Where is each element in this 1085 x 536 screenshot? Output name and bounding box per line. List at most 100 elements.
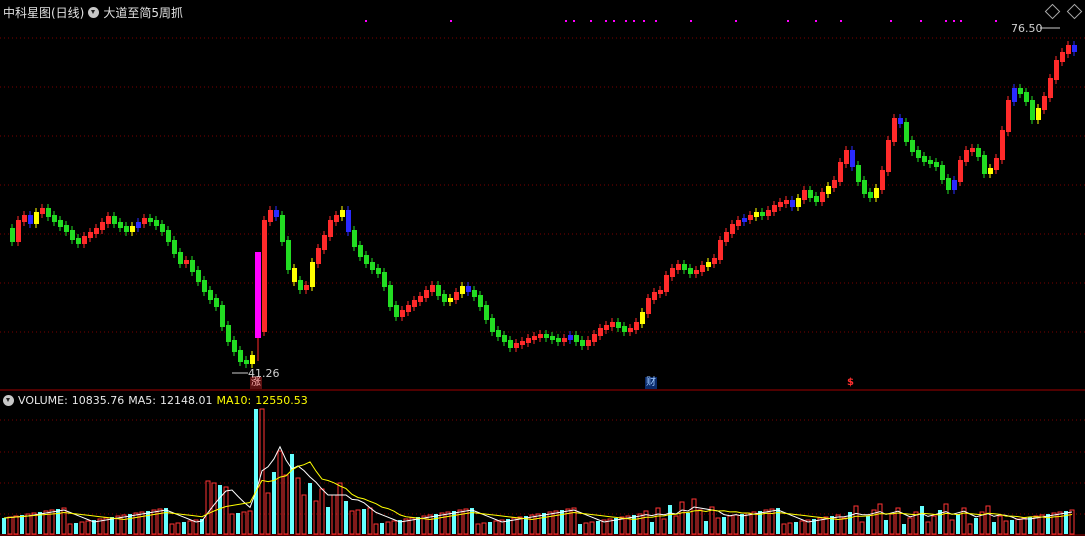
volume-bar <box>175 522 181 535</box>
candle-body <box>418 296 423 302</box>
volume-bar <box>715 517 721 535</box>
candle-body <box>838 162 843 182</box>
volume-bar <box>2 518 6 534</box>
volume-bar <box>488 522 492 534</box>
candle-body <box>892 118 897 142</box>
candle-body <box>1006 100 1011 132</box>
candle-body <box>358 245 363 257</box>
candle-body <box>766 210 771 216</box>
volume-bar <box>769 508 775 535</box>
volume-bar <box>632 515 636 534</box>
volume-bar <box>205 480 211 535</box>
candle-body <box>502 335 507 342</box>
candle-body <box>148 218 153 222</box>
candle-body <box>988 168 993 174</box>
candle-body <box>850 150 855 167</box>
volume-bar <box>74 523 78 534</box>
candle-body <box>388 285 393 307</box>
volume-bar <box>362 509 366 534</box>
candle-body <box>106 216 111 224</box>
financial-report-marker[interactable]: 财 <box>645 377 657 389</box>
volume-bar <box>326 507 330 534</box>
candle-body <box>1012 88 1017 102</box>
candle-body <box>664 275 669 292</box>
volume-bar <box>236 513 240 534</box>
volume-bar <box>751 511 757 535</box>
candle-body <box>520 341 525 345</box>
candle-body <box>166 230 171 242</box>
volume-bar <box>877 503 883 535</box>
chart-header: 中科星图(日线) 大道至简5周抓 <box>3 4 183 20</box>
volume-bar <box>967 523 973 535</box>
volume-bar <box>776 508 780 534</box>
volume-bar <box>542 513 546 534</box>
signal-dot <box>565 20 567 22</box>
candle-body <box>334 215 339 222</box>
volume-bar <box>835 514 841 535</box>
volume-bar <box>344 501 348 534</box>
volume-bar <box>997 515 1003 535</box>
volume-bar <box>589 521 595 535</box>
candle-body <box>898 118 903 124</box>
signal-dot <box>625 20 627 22</box>
candle-body <box>448 298 453 302</box>
candle-body <box>376 268 381 274</box>
candle-body <box>970 148 975 152</box>
candle-body <box>255 252 261 338</box>
candle-body <box>646 298 651 314</box>
limit-up-marker[interactable]: 涨 <box>250 377 262 389</box>
candle-body <box>904 122 909 142</box>
indicator-dropdown-icon[interactable] <box>88 6 100 18</box>
volume-bar <box>463 508 469 535</box>
volume-bar <box>661 518 667 535</box>
signal-dot <box>953 20 955 22</box>
volume-bar <box>313 500 319 535</box>
candle-body <box>58 220 63 227</box>
volume-bar <box>571 507 577 535</box>
volume-bar <box>445 511 451 535</box>
candle-body <box>46 208 51 217</box>
price-volume-chart[interactable] <box>0 0 1085 536</box>
candle-body <box>478 295 483 307</box>
candle-body <box>40 208 45 214</box>
ma5-value: 12148.01 <box>160 393 213 407</box>
candle-body <box>544 334 549 338</box>
volume-bar <box>859 521 865 535</box>
volume-bar <box>745 512 751 535</box>
signal-dot <box>890 20 892 22</box>
candle-body <box>616 322 621 328</box>
volume-header: VOLUME: 10835.76 MA5: 12148.01 MA10: 125… <box>3 393 308 407</box>
volume-bar <box>187 520 193 535</box>
volume-bar <box>650 522 654 534</box>
signal-dot <box>365 20 367 22</box>
signal-dot <box>633 20 635 22</box>
candle-body <box>874 188 879 198</box>
candle-body <box>172 240 177 254</box>
volume-bar <box>583 522 589 535</box>
volume-bar <box>799 520 805 535</box>
candle-body <box>1060 52 1065 62</box>
candle-body <box>730 224 735 234</box>
volume-bar <box>13 515 19 535</box>
candle-body <box>568 335 573 340</box>
candle-body <box>814 196 819 202</box>
candle-body <box>802 190 807 200</box>
volume-bar <box>920 506 924 534</box>
candle-body <box>844 150 849 164</box>
volume-bar <box>1015 518 1021 535</box>
volume-bar <box>139 511 145 535</box>
volume-bar <box>1039 514 1045 535</box>
candle-body <box>724 232 729 242</box>
volume-bar <box>211 482 217 535</box>
candle-body <box>916 150 921 158</box>
volume-bar <box>596 521 600 534</box>
chart-window[interactable]: 中科星图(日线) 大道至简5周抓 76.50 41.26 涨 财 $ VOLUM… <box>0 0 1085 536</box>
signal-dot <box>643 20 645 22</box>
volume-bar <box>686 513 690 534</box>
candle-body <box>754 212 759 217</box>
volume-dropdown-icon[interactable] <box>3 394 14 406</box>
candle-body <box>526 338 531 343</box>
volume-bar <box>319 488 325 535</box>
dividend-marker[interactable]: $ <box>846 377 855 389</box>
candle-body <box>958 160 963 182</box>
